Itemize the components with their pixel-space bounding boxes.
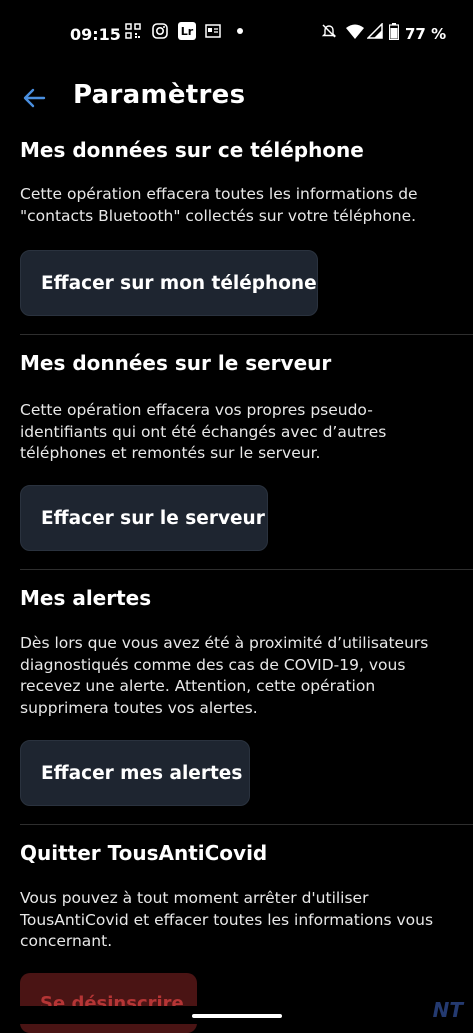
section-description: Cette opération effacera vos propres pse… [20,401,387,462]
erase-phone-button[interactable]: Effacer sur mon téléphone [20,250,318,316]
back-button[interactable] [18,82,50,114]
watermark-logo: NT [432,998,463,1022]
section-heading: Mes données sur le serveur [20,351,332,375]
section-heading: Quitter TousAntiCovid [20,841,268,865]
status-bar: 09:15 Lr 77 % [0,0,473,68]
battery-percentage: 77 % [405,25,447,43]
app-bar: Paramètres [0,68,473,128]
erase-server-button[interactable]: Effacer sur le serveur [20,485,268,551]
wifi-icon [346,22,364,40]
notification-dot [237,28,243,34]
qr-icon [124,22,142,40]
battery-icon [389,22,399,40]
status-time: 09:15 [70,25,121,44]
arrow-left-icon [23,88,46,108]
instagram-icon [151,22,169,40]
page-title: Paramètres [73,80,246,110]
news-icon [204,22,222,40]
section-description: Dès lors que vous avez été à proximité d… [20,634,429,717]
gesture-bar [0,1006,473,1024]
signal-icon [366,22,384,40]
divider [20,569,473,570]
section-heading: Mes données sur ce téléphone [20,138,364,162]
section-description: Vous pouvez à tout moment arrêter d'util… [20,889,434,950]
mute-icon [320,22,338,40]
unsubscribe-button[interactable]: Se désinscrire [20,973,197,1033]
home-gesture-handle[interactable] [192,1014,282,1018]
divider [20,334,473,335]
lightroom-icon: Lr [178,22,196,40]
divider [20,824,473,825]
erase-alerts-button[interactable]: Effacer mes alertes [20,740,250,806]
section-description: Cette opération effacera toutes les info… [20,185,418,225]
section-heading: Mes alertes [20,586,152,610]
